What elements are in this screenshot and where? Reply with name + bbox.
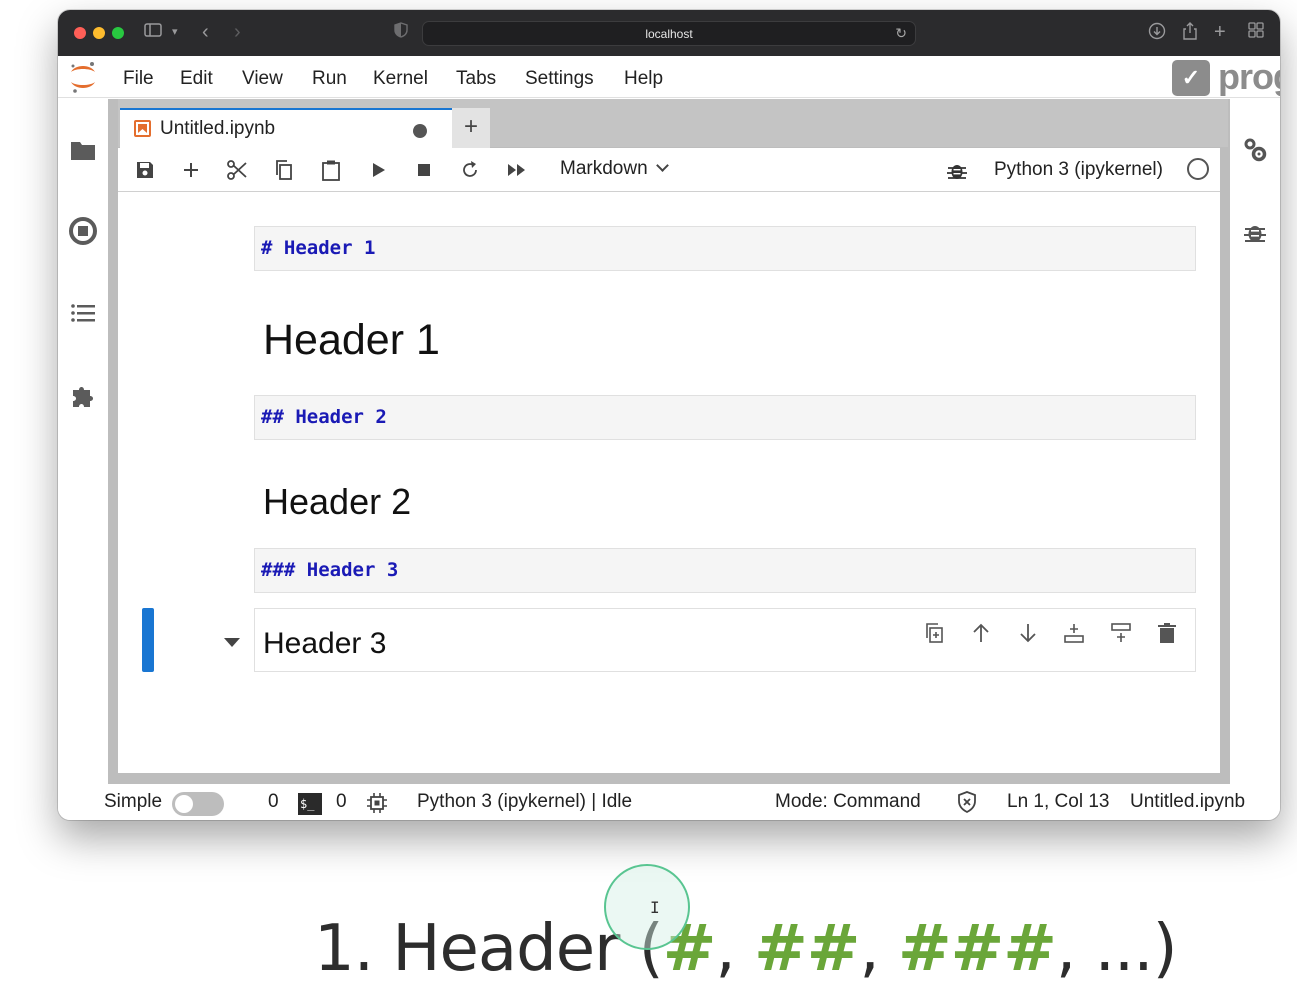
restart-kernel-icon[interactable] xyxy=(459,159,481,181)
active-cell-indicator[interactable] xyxy=(142,608,154,672)
notebook-toolbar: Markdown Python 3 (ipykernel) xyxy=(118,148,1220,192)
download-icon[interactable] xyxy=(1148,22,1166,46)
new-tab-icon[interactable]: + xyxy=(1214,22,1226,42)
browser-titlebar: ▾ ‹ › localhost ↻ + xyxy=(58,10,1280,56)
duplicate-cell-icon[interactable] xyxy=(923,621,947,645)
chevron-down-icon xyxy=(655,159,669,172)
collapse-caret-icon[interactable] xyxy=(224,638,240,647)
maximize-window-button[interactable] xyxy=(112,27,124,39)
unsaved-indicator-icon[interactable] xyxy=(413,124,427,138)
caption-separator-1: , xyxy=(715,912,755,986)
terminal-count: 0 xyxy=(268,791,279,812)
brand-text: prog xyxy=(1218,58,1280,96)
text-cursor-icon: I xyxy=(650,898,660,917)
menu-help[interactable]: Help xyxy=(624,68,663,90)
restart-run-all-icon[interactable] xyxy=(506,159,528,181)
minimize-window-button[interactable] xyxy=(93,27,105,39)
active-markdown-cell[interactable]: Header 3 xyxy=(254,608,1196,672)
interrupt-kernel-icon[interactable] xyxy=(413,159,435,181)
insert-cell-above-icon[interactable] xyxy=(1062,621,1086,645)
sidebar-toggle-icon[interactable] xyxy=(144,22,162,44)
debugger-bug-icon[interactable] xyxy=(1242,219,1268,245)
slide-caption: 1. Header (#, ##, ###, ...) xyxy=(314,912,1178,986)
menu-settings[interactable]: Settings xyxy=(525,68,594,90)
simple-mode-toggle[interactable] xyxy=(172,792,224,816)
rendered-header-2: Header 2 xyxy=(263,481,412,522)
run-cell-icon[interactable] xyxy=(367,159,389,181)
trust-shield-icon[interactable] xyxy=(956,790,978,814)
new-launcher-tab-button[interactable]: + xyxy=(452,108,490,148)
forward-icon[interactable]: › xyxy=(234,22,241,42)
right-sidebar xyxy=(1230,99,1280,779)
brand-watermark: ✓ prog xyxy=(1172,58,1280,96)
markdown-cell-source-h3[interactable]: ### Header 3 xyxy=(254,548,1196,593)
kernel-cpu-icon[interactable] xyxy=(366,792,388,814)
caption-suffix: , ...) xyxy=(1055,912,1178,986)
running-kernels-icon[interactable] xyxy=(68,216,98,246)
paste-icon[interactable] xyxy=(320,159,342,181)
cut-icon[interactable] xyxy=(226,159,248,181)
move-cell-down-icon[interactable] xyxy=(1016,621,1040,645)
close-window-button[interactable] xyxy=(74,27,86,39)
left-sidebar xyxy=(58,99,108,779)
mouse-cursor-highlight xyxy=(604,864,690,950)
notebook-panel: Markdown Python 3 (ipykernel) # Header 1… xyxy=(118,148,1220,773)
status-bar: Simple 0 $_ 0 Python 3 (ipykernel) | Idl… xyxy=(58,784,1280,820)
insert-cell-icon[interactable] xyxy=(180,159,202,181)
kernel-name-button[interactable]: Python 3 (ipykernel) xyxy=(994,159,1163,181)
cursor-position[interactable]: Ln 1, Col 13 xyxy=(1007,791,1109,813)
jupyter-logo-icon xyxy=(71,62,95,93)
rendered-header-3: Header 3 xyxy=(263,627,387,660)
menu-edit[interactable]: Edit xyxy=(180,68,213,90)
markdown-cell-source-h1[interactable]: # Header 1 xyxy=(254,226,1196,271)
notebook-mode: Mode: Command xyxy=(775,791,921,812)
markdown-cell-source-h2[interactable]: ## Header 2 xyxy=(254,395,1196,440)
kernel-count: 0 xyxy=(336,791,347,812)
simple-mode-label: Simple xyxy=(104,791,163,812)
delete-cell-icon[interactable] xyxy=(1155,621,1179,645)
move-cell-up-icon[interactable] xyxy=(969,621,993,645)
menu-view[interactable]: View xyxy=(242,68,283,90)
jupyter-menubar: File Edit View Run Kernel Tabs Settings … xyxy=(58,56,1280,98)
menu-kernel[interactable]: Kernel xyxy=(373,68,428,90)
extensions-puzzle-icon[interactable] xyxy=(68,381,98,411)
kernel-status-text[interactable]: Python 3 (ipykernel) | Idle xyxy=(417,791,632,813)
debug-kernel-bug-icon[interactable] xyxy=(946,159,968,181)
folder-icon[interactable] xyxy=(68,135,98,165)
notebook-tab[interactable]: Untitled.ipynb xyxy=(120,108,453,148)
menu-run[interactable]: Run xyxy=(312,68,347,90)
browser-window: ▾ ‹ › localhost ↻ + File Edit View Run K… xyxy=(58,10,1280,820)
url-text: localhost xyxy=(645,27,693,41)
save-icon[interactable] xyxy=(134,159,156,181)
copy-icon[interactable] xyxy=(273,159,295,181)
terminal-icon[interactable]: $_ xyxy=(298,793,322,815)
brand-logo-icon: ✓ xyxy=(1172,60,1210,96)
property-inspector-gears-icon[interactable] xyxy=(1240,135,1270,165)
share-icon[interactable] xyxy=(1182,22,1198,46)
sidebar-menu-chevron-icon[interactable]: ▾ xyxy=(172,22,178,42)
insert-cell-below-icon[interactable] xyxy=(1109,621,1133,645)
table-of-contents-icon[interactable] xyxy=(68,298,98,328)
kernel-idle-status-icon xyxy=(1187,158,1209,180)
address-bar[interactable]: localhost ↻ xyxy=(422,21,916,46)
menu-file[interactable]: File xyxy=(123,68,154,90)
tab-overview-icon[interactable] xyxy=(1248,22,1264,44)
cell-type-dropdown[interactable]: Markdown xyxy=(560,158,669,180)
privacy-shield-icon xyxy=(394,22,408,44)
caption-hash-2: ## xyxy=(754,912,860,986)
notebook-file-icon xyxy=(134,120,151,137)
back-icon[interactable]: ‹ xyxy=(202,22,209,42)
rendered-header-1: Header 1 xyxy=(263,316,440,364)
cell-type-value: Markdown xyxy=(560,158,648,179)
caption-hash-3: ### xyxy=(898,912,1057,986)
caption-separator-2: , xyxy=(859,912,898,986)
reload-icon[interactable]: ↻ xyxy=(895,25,907,42)
menu-tabs[interactable]: Tabs xyxy=(456,68,496,90)
status-filename: Untitled.ipynb xyxy=(1130,791,1246,812)
notebook-tab-title: Untitled.ipynb xyxy=(160,118,276,139)
